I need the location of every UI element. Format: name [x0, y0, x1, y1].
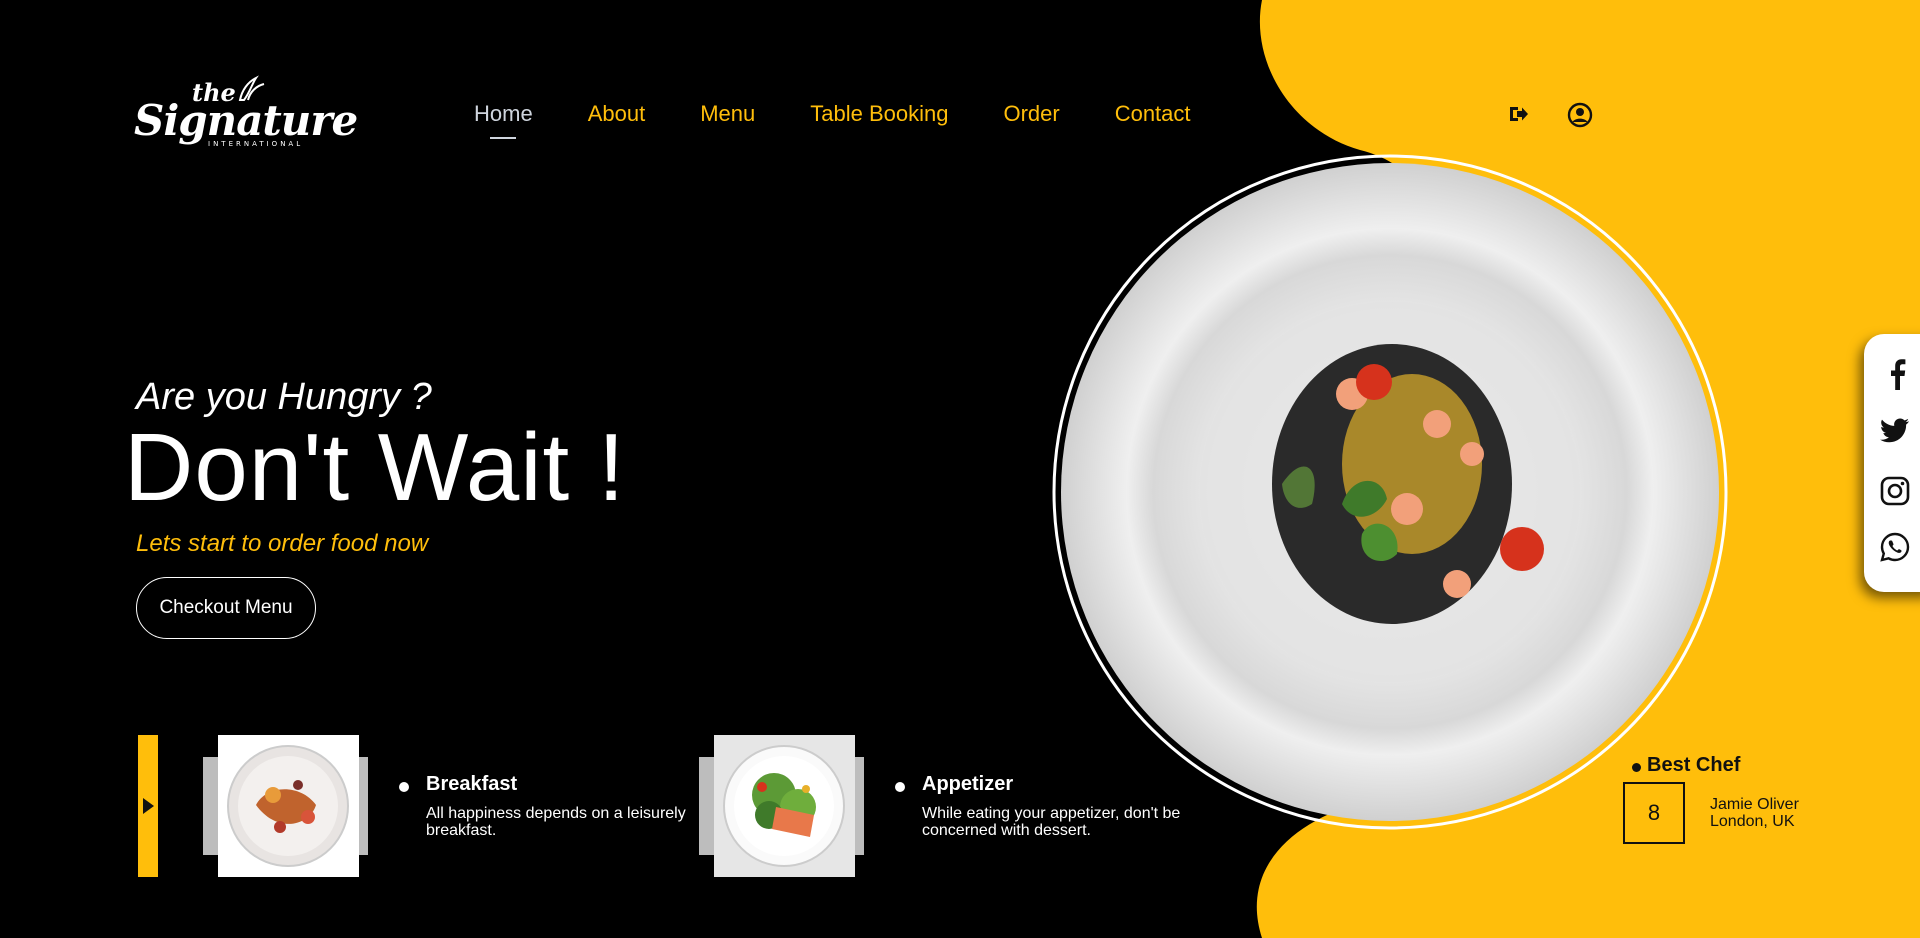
chef-name: Jamie Oliver [1710, 796, 1799, 813]
checkout-menu-button[interactable]: Checkout Menu [136, 577, 316, 639]
appetizer-image[interactable] [714, 735, 855, 877]
nav-table-booking[interactable]: Table Booking [810, 101, 948, 127]
hero-subtitle: Lets start to order food now [136, 530, 429, 557]
best-chef-label: Best Chef [1647, 754, 1741, 776]
whatsapp-icon[interactable] [1880, 532, 1910, 562]
nav-order[interactable]: Order [1003, 101, 1059, 127]
card-title-appetizer: Appetizer [922, 773, 1014, 795]
food-plate-image [1052, 154, 1728, 830]
breakfast-image[interactable] [218, 735, 359, 877]
logo-sub-text: INTERNATIONAL [208, 140, 304, 148]
logo-name-text: Signature [134, 96, 358, 145]
chef-location: London, UK [1710, 813, 1795, 830]
nav-menu[interactable]: Menu [700, 101, 755, 127]
hero-question: Are you Hungry ? [136, 376, 432, 418]
main-nav: Home About Menu Table Booking Order Cont… [474, 101, 1191, 127]
hero-title: Don't Wait ! [124, 414, 626, 521]
instagram-icon[interactable] [1880, 476, 1910, 506]
card-bullet [399, 782, 409, 792]
nav-about[interactable]: About [588, 101, 646, 127]
user-circle-icon[interactable] [1567, 102, 1593, 128]
nav-home[interactable]: Home [474, 101, 533, 127]
nav-contact[interactable]: Contact [1115, 101, 1191, 127]
card-title-breakfast: Breakfast [426, 773, 518, 795]
brand-logo[interactable]: the Signature INTERNATIONAL [132, 74, 358, 160]
card-desc-breakfast: All happiness depends on a leisurely bre… [426, 805, 686, 839]
twitter-icon[interactable] [1880, 418, 1910, 444]
card-bullet [895, 782, 905, 792]
chef-info: Jamie Oliver London, UK [1710, 796, 1799, 830]
slider-next-button[interactable] [138, 735, 158, 877]
social-bar [1864, 334, 1920, 592]
sign-out-icon[interactable] [1506, 102, 1530, 126]
chef-bullet [1632, 763, 1641, 772]
chef-number-box: 8 [1623, 782, 1685, 844]
card-desc-appetizer: While eating your appetizer, don't be co… [922, 805, 1181, 839]
facebook-icon[interactable] [1888, 358, 1906, 390]
